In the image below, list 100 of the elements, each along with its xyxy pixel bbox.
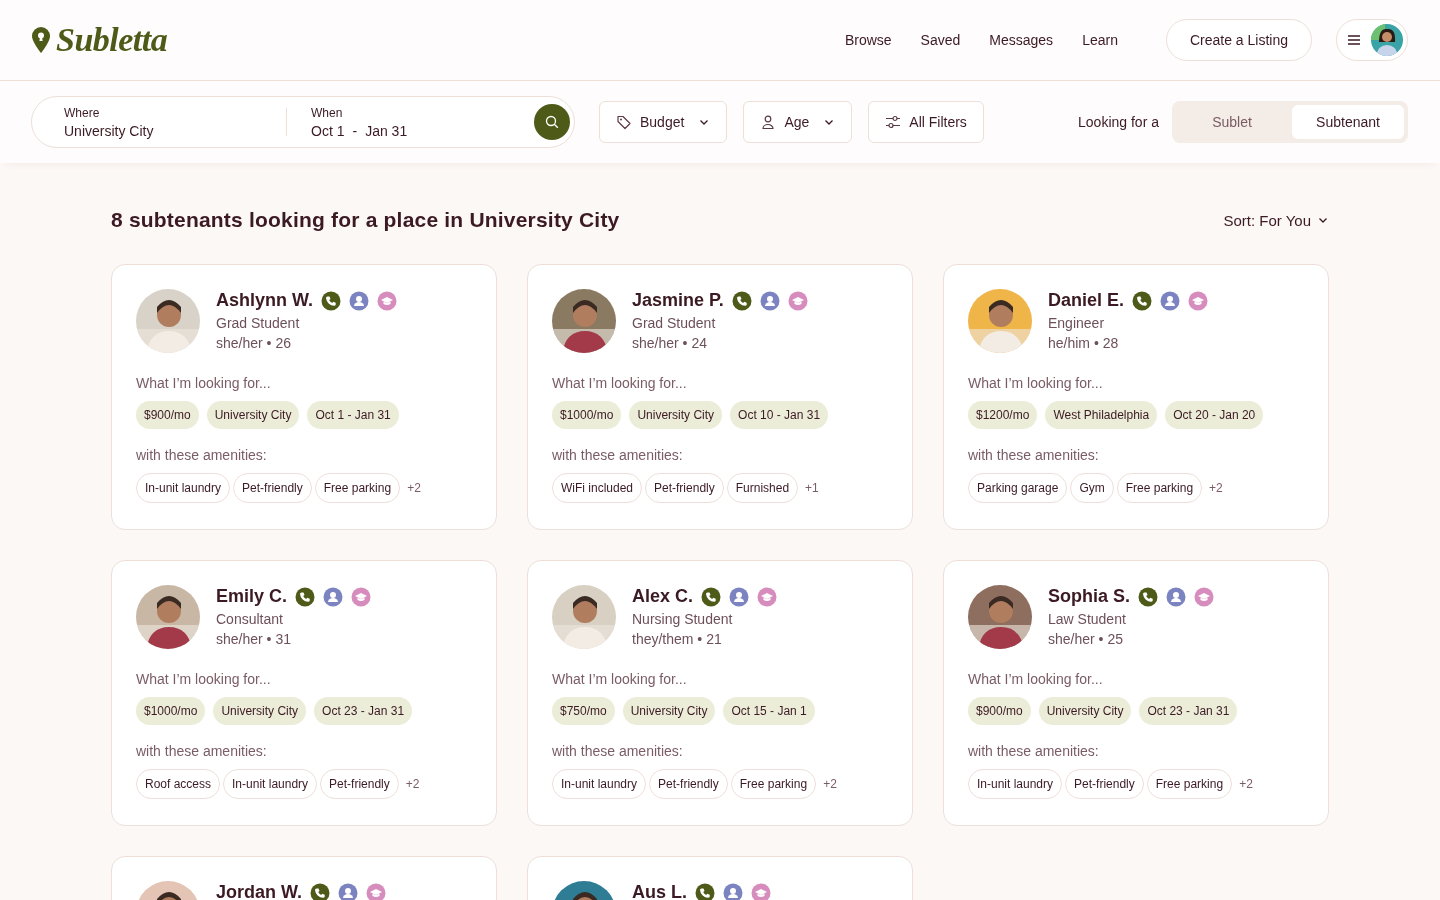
graduation-badge-icon xyxy=(751,882,771,900)
phone-badge-icon xyxy=(310,882,330,900)
section-label: with these amenities: xyxy=(136,447,268,463)
section-label: with these amenities: xyxy=(136,743,268,759)
results-heading: 8 subtenants looking for a place in University City xyxy=(111,208,620,232)
nav-link[interactable]: Messages xyxy=(989,32,1054,48)
person-name: Jordan W. xyxy=(216,882,302,900)
pronouns-age: she/her • 25 xyxy=(1048,631,1124,647)
person-badge-icon xyxy=(759,290,780,311)
person-name: Aus L. xyxy=(632,882,687,900)
profile-card[interactable]: Jasmine P. Grad Student she/her • 24 What I’m looking for... $1000/mo University City Oct 10 - Jan 31 with these amenities: WiFi included Pet-friendly Furnished +1 xyxy=(527,264,913,530)
graduation-badge-icon xyxy=(366,882,386,900)
occupation: Grad Student xyxy=(216,315,301,331)
more-count: +1 xyxy=(805,481,819,495)
more-count: +2 xyxy=(1209,481,1223,495)
profile-card[interactable]: Daniel E. Engineer he/him • 28 What I’m looking for... $1200/mo West Philadelphia Oct 20 - Jan 20 with these amenities: Parking garage Gym Free parking +2 xyxy=(943,264,1329,530)
section-label: What I’m looking for... xyxy=(968,671,1104,687)
search-icon xyxy=(545,115,559,129)
filter-button[interactable]: Budget xyxy=(599,101,728,143)
pronouns-age: they/them • 21 xyxy=(632,631,723,647)
more-count: +2 xyxy=(823,777,837,791)
nav-link[interactable]: Learn xyxy=(1082,32,1118,48)
phone-badge-icon xyxy=(1132,290,1153,311)
create-listing-button[interactable]: Create a Listing xyxy=(1165,19,1312,61)
search-bar[interactable]: Where University City When Oct 1 - Jan 31 xyxy=(31,96,575,148)
profile-card[interactable]: Ashlynn W. Grad Student she/her • 26 What I’m looking for... $900/mo University City Oct 1 - Jan 31 with these amenities: In-unit laundry Pet-friendly Free parking +2 xyxy=(111,264,497,530)
section-label: What I’m looking for... xyxy=(136,375,272,391)
person-badge-icon xyxy=(349,290,369,311)
nav-link[interactable]: Browse xyxy=(844,32,892,48)
graduation-badge-icon xyxy=(1188,290,1209,311)
person-name: Jasmine P. xyxy=(632,290,724,311)
where-value[interactable]: University City xyxy=(64,122,286,139)
end-date[interactable]: Jan 31 xyxy=(365,122,408,139)
profile-card[interactable]: Sophia S. Law Student she/her • 25 What I’m looking for... $900/mo University City Oct 23 - Jan 31 with these amenities: In-unit laundry Pet-friendly Free parking +2 xyxy=(943,560,1329,826)
preference-tag: Oct 23 - Jan 31 xyxy=(314,697,413,725)
preference-tag: University City xyxy=(1038,697,1132,725)
occupation: Engineer xyxy=(1048,315,1106,331)
preference-tag: $1000/mo xyxy=(136,697,206,725)
preference-tag: University City xyxy=(629,401,723,429)
section-label: What I’m looking for... xyxy=(552,375,688,391)
pronouns-age: she/her • 26 xyxy=(216,335,292,351)
profile-card[interactable]: Jordan W. xyxy=(111,856,497,900)
phone-badge-icon xyxy=(321,290,341,311)
pronouns-age: she/her • 24 xyxy=(632,335,708,351)
occupation: Grad Student xyxy=(632,315,717,331)
person-name: Emily C. xyxy=(216,586,288,607)
person-icon xyxy=(760,114,777,130)
preference-tag: $750/mo xyxy=(552,697,615,725)
occupation: Nursing Student xyxy=(632,611,734,627)
search-button[interactable] xyxy=(534,104,570,140)
section-label: What I’m looking for... xyxy=(968,375,1104,391)
when-label: When xyxy=(311,105,344,120)
nav-link[interactable]: Saved xyxy=(920,32,961,48)
preference-tag: University City xyxy=(206,401,300,429)
preference-tag: West Philadelphia xyxy=(1045,401,1158,429)
person-name: Ashlynn W. xyxy=(216,290,313,311)
person-name: Sophia S. xyxy=(1048,586,1130,607)
brand-logo[interactable]: Subletta xyxy=(56,21,168,59)
phone-badge-icon xyxy=(295,586,316,607)
section-label: with these amenities: xyxy=(552,743,684,759)
account-menu-button[interactable] xyxy=(1336,19,1408,61)
filter-button[interactable]: Age xyxy=(743,101,853,143)
filter-button[interactable]: All Filters xyxy=(868,101,984,143)
preference-tag: $1200/mo xyxy=(968,401,1038,429)
phone-badge-icon xyxy=(695,882,715,900)
graduation-badge-icon xyxy=(787,290,808,311)
profile-card[interactable]: Aus L. xyxy=(527,856,913,900)
sort-dropdown[interactable]: Sort: For You xyxy=(1223,211,1329,229)
start-date[interactable]: Oct 1 xyxy=(311,122,345,139)
preference-tag: $900/mo xyxy=(136,401,199,429)
more-count: +2 xyxy=(1239,777,1253,791)
person-badge-icon xyxy=(1160,290,1181,311)
section-label: What I’m looking for... xyxy=(136,671,272,687)
where-label: Where xyxy=(64,105,101,120)
graduation-badge-icon xyxy=(757,586,778,607)
pronouns-age: she/her • 31 xyxy=(216,631,292,647)
phone-badge-icon xyxy=(1138,586,1158,607)
phone-badge-icon xyxy=(731,290,752,311)
more-count: +2 xyxy=(405,777,420,791)
preference-tag: Oct 1 - Jan 31 xyxy=(307,401,399,429)
section-label: What I’m looking for... xyxy=(552,671,688,687)
toggle-option[interactable]: Sublet xyxy=(1176,105,1288,139)
phone-badge-icon xyxy=(701,586,722,607)
toggle-option[interactable]: Subtenant xyxy=(1292,105,1404,139)
graduation-badge-icon xyxy=(377,290,397,311)
preference-tag: Oct 20 - Jan 20 xyxy=(1165,401,1264,429)
tag-icon xyxy=(616,114,632,130)
occupation: Consultant xyxy=(216,611,284,627)
person-badge-icon xyxy=(338,882,358,900)
occupation: Law Student xyxy=(1048,611,1127,627)
sliders-icon xyxy=(885,114,902,130)
date-separator: - xyxy=(352,122,358,139)
person-badge-icon xyxy=(729,586,750,607)
preference-tag: University City xyxy=(622,697,716,725)
profile-card[interactable]: Alex C. Nursing Student they/them • 21 What I’m looking for... $750/mo University City Oct 15 - Jan 1 with these amenities: In-unit laundry Pet-friendly Free parking +2 xyxy=(527,560,913,826)
more-count: +2 xyxy=(407,481,421,495)
preference-tag: Oct 10 - Jan 31 xyxy=(730,401,829,429)
profile-card[interactable]: Emily C. Consultant she/her • 31 What I’m looking for... $1000/mo University City Oct 23 - Jan 31 with these amenities: Roof access In-unit laundry Pet-friendly +2 xyxy=(111,560,497,826)
person-badge-icon xyxy=(323,586,344,607)
section-label: with these amenities: xyxy=(968,447,1100,463)
